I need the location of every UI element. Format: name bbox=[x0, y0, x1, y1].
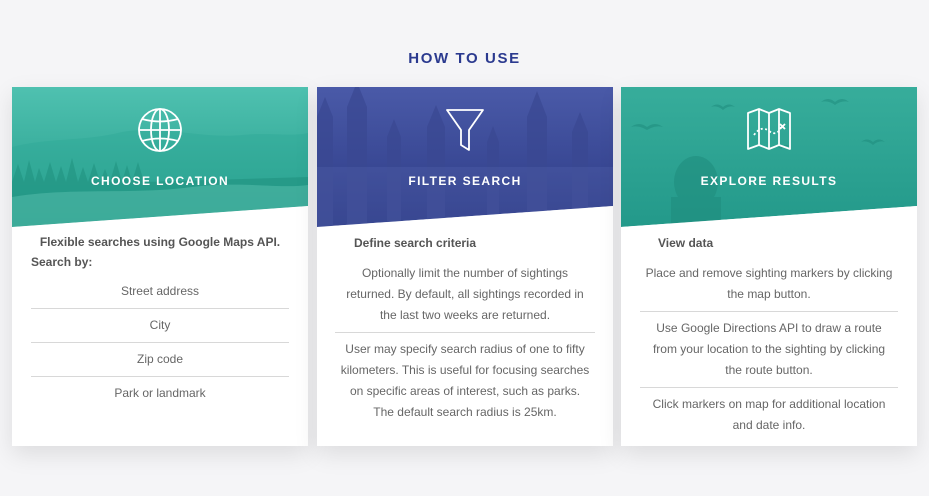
results-list: Place and remove sighting markers by cli… bbox=[640, 259, 898, 442]
list-item: Zip code bbox=[31, 343, 289, 377]
search-by-list: Street address City Zip code Park or lan… bbox=[31, 275, 289, 410]
card-subtitle: Search by: bbox=[31, 255, 93, 269]
list-item: Park or landmark bbox=[114, 386, 206, 400]
card-filter-search: FILTER SEARCH Define search criteria Opt… bbox=[317, 87, 613, 446]
treasure-map-icon bbox=[747, 108, 791, 150]
list-item: Street address bbox=[31, 275, 289, 309]
card-explore-results: EXPLORE RESULTS View data Place and remo… bbox=[621, 87, 917, 446]
card-title: FILTER SEARCH bbox=[408, 174, 522, 188]
card-intro: Flexible searches using Google Maps API. bbox=[39, 235, 281, 249]
list-item: Optionally limit the number of sightings… bbox=[335, 259, 595, 333]
card-title: CHOOSE LOCATION bbox=[90, 174, 230, 188]
card-header-image: FILTER SEARCH bbox=[317, 87, 613, 227]
list-item: Place and remove sighting markers by cli… bbox=[640, 259, 898, 312]
card-header-image: EXPLORE RESULTS bbox=[621, 87, 917, 227]
card-subtitle: View data bbox=[658, 236, 714, 250]
criteria-list: Optionally limit the number of sightings… bbox=[335, 259, 595, 429]
list-item: Use Google Directions API to draw a rout… bbox=[640, 312, 898, 388]
list-item: Click markers on map for additional loca… bbox=[652, 397, 886, 432]
section-title: HOW TO USE bbox=[408, 50, 521, 67]
card-title: EXPLORE RESULTS bbox=[700, 174, 838, 188]
list-item: User may specify search radius of one to… bbox=[340, 342, 590, 419]
globe-icon bbox=[138, 108, 182, 152]
card-choose-location: CHOOSE LOCATION Flexible searches using … bbox=[12, 87, 308, 446]
card-subtitle: Define search criteria bbox=[354, 236, 477, 250]
funnel-icon bbox=[446, 109, 484, 151]
list-item: City bbox=[31, 309, 289, 343]
card-header-image: CHOOSE LOCATION bbox=[12, 87, 308, 227]
